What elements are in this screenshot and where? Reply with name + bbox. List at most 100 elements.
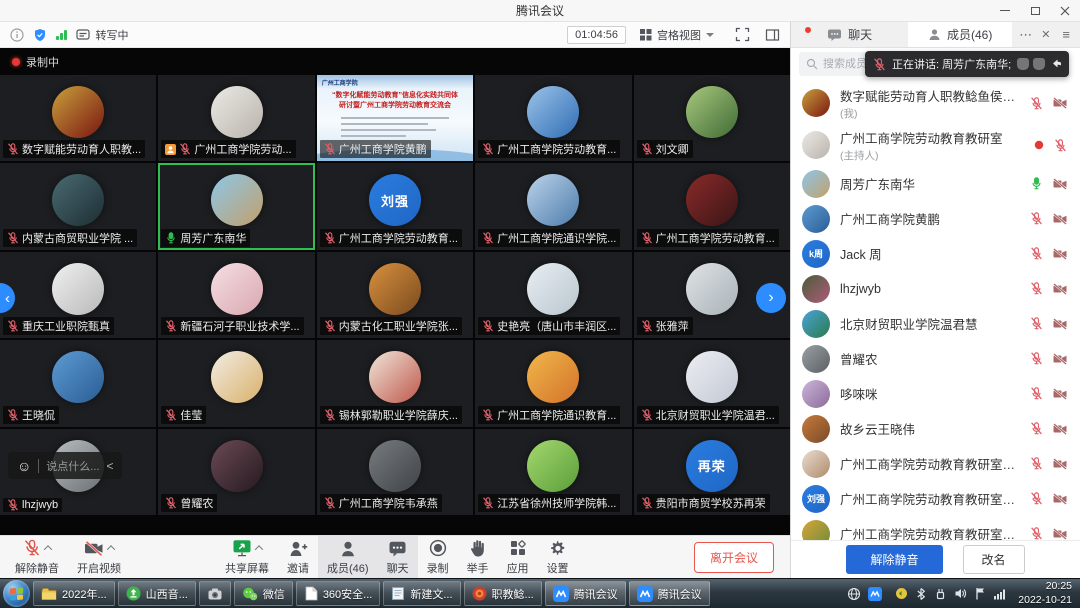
member-row[interactable]: lhzjwyb <box>791 271 1080 306</box>
camera-off-icon[interactable] <box>1053 283 1067 295</box>
mic-muted-icon[interactable] <box>1030 457 1043 470</box>
network-tray-icon[interactable] <box>993 588 1006 600</box>
member-row[interactable]: 广州工商学院劳动教育教研室杨宇静 <box>791 516 1080 540</box>
mic-muted-icon[interactable] <box>1030 317 1043 330</box>
video-tile[interactable]: 王晓侃 <box>0 340 156 426</box>
camera-off-icon[interactable] <box>1053 528 1067 540</box>
toolbar-gear-lg-button[interactable]: 设置 <box>538 536 578 578</box>
member-row[interactable]: 哆唻咪 <box>791 376 1080 411</box>
chevron-up-icon[interactable] <box>44 545 52 553</box>
transcription-icon[interactable] <box>76 28 90 41</box>
toolbar-chat-lg-button[interactable]: 聊天 <box>378 536 418 578</box>
mic-muted-icon[interactable] <box>1030 527 1043 540</box>
menu-icon[interactable]: ≡ <box>1059 27 1073 42</box>
taskbar-clock[interactable]: 20:25 2022-10-21 <box>1013 580 1072 607</box>
taskbar-button[interactable]: 新建文... <box>383 581 460 606</box>
video-tile[interactable]: 广州工商学院劳动... <box>158 75 314 161</box>
video-tile[interactable]: 广州工商学院 “数字化赋能劳动教育”信息化实践共同体 研讨暨广州工商学院劳动教育… <box>317 75 473 161</box>
video-tile[interactable]: 刘文卿 <box>634 75 790 161</box>
video-tile[interactable]: 史艳亮（唐山市丰润区... <box>475 252 631 338</box>
emoji-icon[interactable]: ☺ <box>17 458 31 474</box>
taskbar-button[interactable]: 360安全... <box>296 581 381 606</box>
video-tile[interactable]: 北京财贸职业学院温君... <box>634 340 790 426</box>
member-row[interactable]: 广州工商学院劳动教育教研室 (主持人) <box>791 124 1080 166</box>
panel-close-icon[interactable]: ✕ <box>1041 28 1050 41</box>
toolbar-cam-off-lg-button[interactable]: 开启视频 <box>68 536 130 578</box>
taskbar-button[interactable]: 微信 <box>234 581 293 606</box>
taskbar-button[interactable]: 山西音... <box>118 581 196 606</box>
mic-muted-icon[interactable] <box>1054 139 1067 152</box>
camera-off-icon[interactable] <box>1053 493 1067 505</box>
taskbar-button[interactable] <box>199 581 231 606</box>
taskbar-button[interactable]: 职教鲶... <box>464 581 542 606</box>
leave-meeting-button[interactable]: 离开会议 <box>694 542 774 573</box>
mic-active-icon[interactable] <box>1030 177 1043 190</box>
video-tile[interactable]: 新疆石河子职业技术学... <box>158 252 314 338</box>
video-tile[interactable]: 锡林郭勒职业学院薛庆... <box>317 340 473 426</box>
tab-chat[interactable]: 聊天 <box>791 22 908 47</box>
shield-security-icon[interactable] <box>33 28 47 42</box>
video-tile[interactable]: 广州工商学院通识教育... <box>475 340 631 426</box>
info-icon[interactable] <box>10 28 24 42</box>
video-tile[interactable]: 数字赋能劳动育人职教... <box>0 75 156 161</box>
member-row[interactable]: 曾耀农 <box>791 341 1080 376</box>
action-flag-tray-icon[interactable] <box>975 587 986 600</box>
toolbar-share-screen-button[interactable]: 共享屏幕 <box>216 536 278 578</box>
camera-off-icon[interactable] <box>1053 423 1067 435</box>
toolbar-hand-lg-button[interactable]: 举手 <box>458 536 498 578</box>
minimize-button[interactable] <box>990 0 1020 21</box>
video-tile[interactable]: 广州工商学院韦承燕 <box>317 429 473 515</box>
side-panel-layout-icon[interactable] <box>765 28 780 42</box>
toolbar-invite-button[interactable]: 邀请 <box>278 536 318 578</box>
camera-off-icon[interactable] <box>1053 248 1067 260</box>
grid-page-next-button[interactable]: › <box>756 283 786 313</box>
tab-members[interactable]: 成员(46) <box>908 22 1012 47</box>
volume-tray-icon[interactable] <box>954 587 968 600</box>
maximize-button[interactable] <box>1020 0 1050 21</box>
camera-off-icon[interactable] <box>1053 213 1067 225</box>
camera-off-icon[interactable] <box>1053 388 1067 400</box>
video-tile[interactable]: 再荣 贵阳市商贸学校苏再荣 <box>634 429 790 515</box>
video-tile[interactable]: 刘强 广州工商学院劳动教育... <box>317 163 473 249</box>
reply-arrow-icon[interactable] <box>1051 58 1061 70</box>
video-tile[interactable]: 重庆工业职院甄真 <box>0 252 156 338</box>
start-button[interactable] <box>3 580 30 607</box>
mic-muted-icon[interactable] <box>1030 387 1043 400</box>
member-row[interactable]: k周 Jack 周 <box>791 236 1080 271</box>
mic-muted-icon[interactable] <box>1030 282 1043 295</box>
collapse-arrow-icon[interactable]: < <box>106 459 113 473</box>
member-row[interactable]: 广州工商学院劳动教育教研室黄静瑜 <box>791 446 1080 481</box>
member-row[interactable]: 刘强 广州工商学院劳动教育教研室刘强 <box>791 481 1080 516</box>
quick-chat-bubble[interactable]: ☺ 说点什么... < <box>8 452 122 479</box>
member-row[interactable]: 数字赋能劳动育人职教鲶鱼侯银海 (我) <box>791 82 1080 124</box>
globe-tray-icon[interactable] <box>847 587 861 601</box>
rename-button[interactable]: 改名 <box>963 545 1025 574</box>
toolbar-members-button[interactable]: 成员(46) <box>318 536 378 578</box>
more-options-icon[interactable]: ⋯ <box>1019 27 1032 43</box>
mic-muted-icon[interactable] <box>1030 352 1043 365</box>
toolbar-mic-off-lg-button[interactable]: 解除静音 <box>6 536 68 578</box>
video-tile[interactable]: 广州工商学院劳动教育... <box>475 75 631 161</box>
bluetooth-tray-icon[interactable] <box>915 587 927 601</box>
member-row[interactable]: 故乡云王晓伟 <box>791 411 1080 446</box>
toolbar-record-lg-button[interactable]: 录制 <box>418 536 458 578</box>
member-row[interactable]: 周芳广东南华 <box>791 166 1080 201</box>
taskbar-button[interactable]: 2022年... <box>33 581 115 606</box>
video-tile[interactable]: 广州工商学院通识学院... <box>475 163 631 249</box>
power-plug-tray-icon[interactable] <box>934 587 947 601</box>
member-row[interactable]: 广州工商学院黄鹏 <box>791 201 1080 236</box>
fullscreen-icon[interactable] <box>735 27 750 42</box>
mic-muted-icon[interactable] <box>1030 212 1043 225</box>
camera-off-icon[interactable] <box>1053 178 1067 190</box>
video-tile[interactable]: 曾耀农 <box>158 429 314 515</box>
member-row[interactable]: 北京财贸职业学院温君慧 <box>791 306 1080 341</box>
video-tile[interactable]: 广州工商学院劳动教育... <box>634 163 790 249</box>
camera-off-icon[interactable] <box>1053 458 1067 470</box>
video-tile[interactable]: 内蒙古商贸职业学院 ... <box>0 163 156 249</box>
camera-off-icon[interactable] <box>1053 353 1067 365</box>
video-tile[interactable]: 江苏省徐州技师学院韩... <box>475 429 631 515</box>
video-tile[interactable]: 内蒙古化工职业学院张... <box>317 252 473 338</box>
video-tile[interactable]: 佳莹 <box>158 340 314 426</box>
mic-muted-icon[interactable] <box>1030 247 1043 260</box>
close-button[interactable] <box>1050 0 1080 21</box>
